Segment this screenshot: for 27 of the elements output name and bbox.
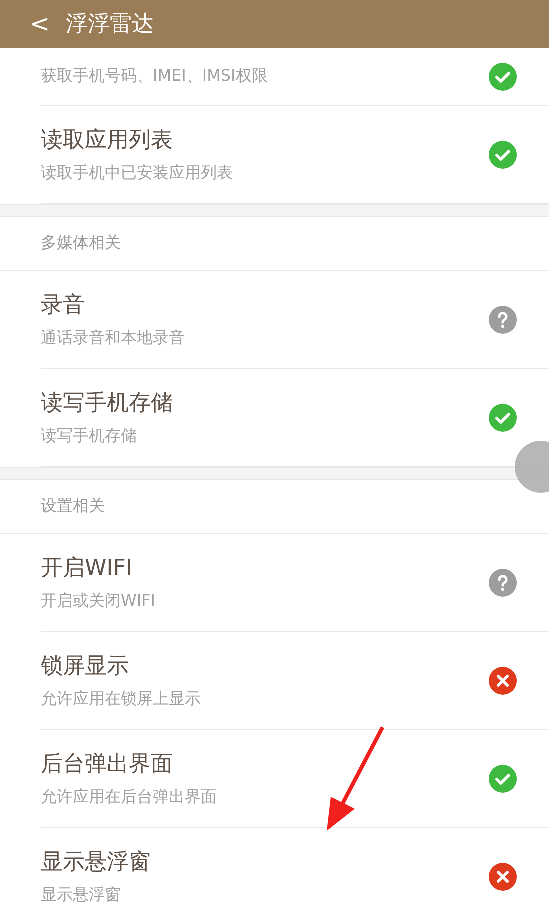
permission-description: 允许应用在锁屏上显示 (41, 689, 202, 710)
permission-description: 读取手机中已安装应用列表 (41, 163, 234, 184)
permission-description: 获取手机号码、IMEI、IMSI权限 (41, 66, 269, 87)
check-icon (489, 62, 517, 90)
permission-description: 开启或关闭WIFI (41, 591, 156, 612)
check-icon (489, 404, 517, 432)
permission-description: 允许应用在后台弹出界面 (41, 787, 218, 808)
permission-title: 后台弹出界面 (41, 751, 174, 779)
section-header: 设置相关 (41, 496, 105, 517)
permission-title: 读取应用列表 (41, 127, 174, 155)
permission-description: 显示悬浮窗 (41, 885, 122, 906)
section-header: 多媒体相关 (41, 233, 121, 254)
permission-title: 锁屏显示 (41, 653, 130, 681)
permission-description: 读写手机存储 (41, 426, 138, 447)
permission-description: 通话录音和本地录音 (41, 328, 186, 349)
cross-icon (489, 862, 517, 890)
question-icon (489, 568, 517, 596)
check-icon (489, 764, 517, 792)
permission-title: 开启WIFI (41, 555, 134, 583)
back-button[interactable]: < (30, 10, 50, 38)
page-title: 浮浮雷达 (66, 11, 154, 39)
question-icon (489, 306, 517, 334)
cross-icon (489, 666, 517, 694)
check-icon (489, 140, 517, 168)
permission-title: 读写手机存储 (41, 390, 174, 418)
permission-title: 显示悬浮窗 (41, 849, 152, 877)
permission-title: 录音 (41, 292, 86, 320)
